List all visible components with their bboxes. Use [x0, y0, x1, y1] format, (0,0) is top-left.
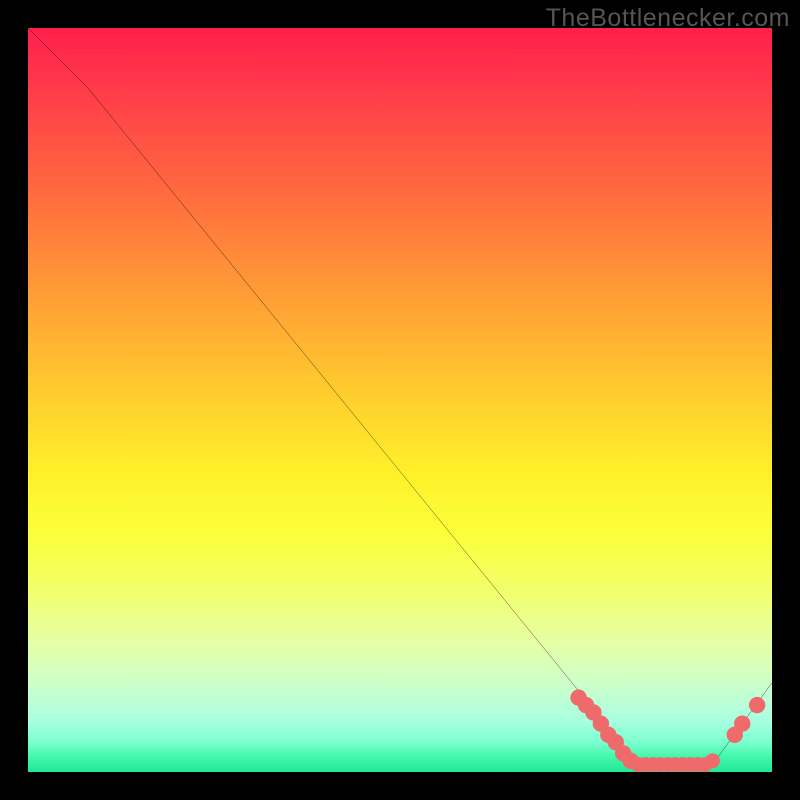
curve-path: [28, 28, 772, 765]
marker-dot: [734, 715, 750, 731]
plot-area: [28, 28, 772, 772]
marker-dot: [749, 697, 765, 713]
chart-frame: TheBottlenecker.com: [0, 0, 800, 800]
marker-dot: [705, 753, 720, 768]
marker-group: [570, 689, 765, 772]
chart-svg: [28, 28, 772, 772]
